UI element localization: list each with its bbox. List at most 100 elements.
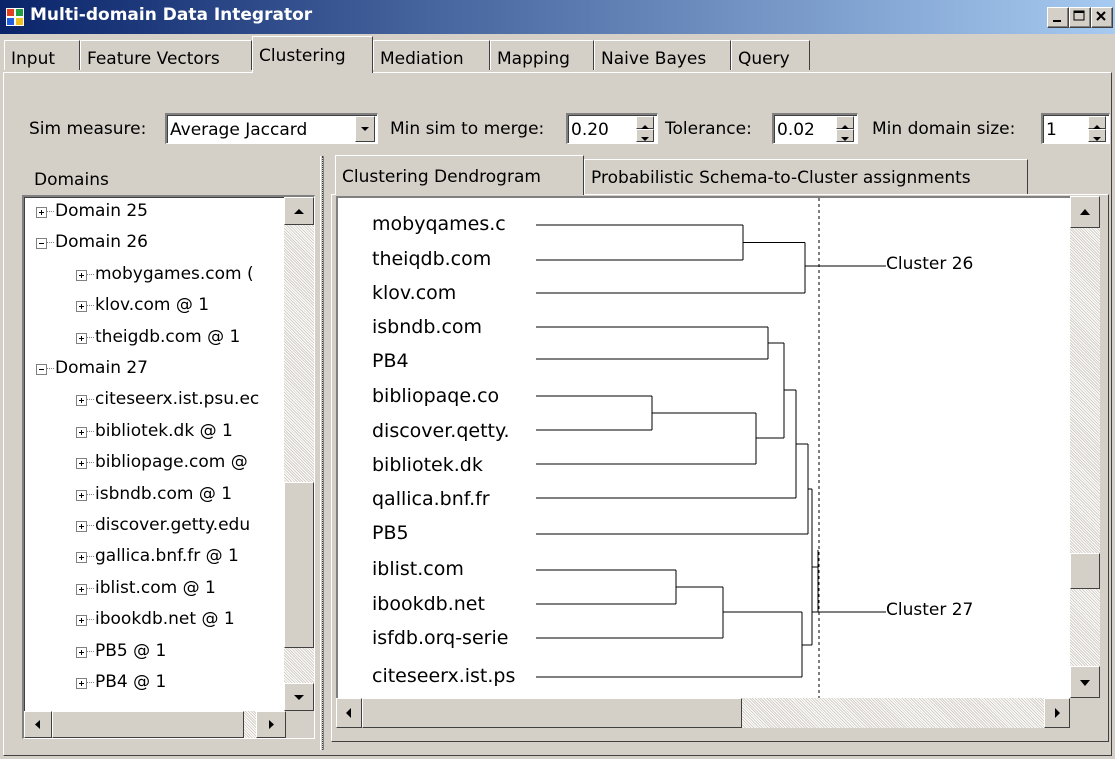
expand-icon[interactable] [76,615,87,627]
scroll-down-button[interactable] [284,683,314,711]
tab-clustering[interactable]: Clustering [252,36,373,73]
scroll-left-button[interactable] [336,698,362,728]
tree-node-label: citeseerx.ist.psu.ec [95,389,260,410]
maximize-button[interactable] [1069,7,1091,28]
tab-clustering-dendrogram[interactable]: Clustering Dendrogram [335,155,584,195]
arrow-down-icon [294,695,304,700]
dendrogram-canvas: mobyqames.c theiqdb.com klov.com isbndb.com… [336,196,1070,698]
expand-icon[interactable] [76,395,87,407]
expand-icon[interactable] [76,489,87,501]
min-domain-stepper[interactable]: 1 [1041,113,1110,144]
expand-icon[interactable] [76,269,87,281]
tab-input[interactable]: Input [4,40,80,70]
tab-feature-vectors[interactable]: Feature Vectors [80,40,252,70]
tolerance-label: Tolerance: [665,119,752,139]
tree-connector [87,525,94,526]
collapse-icon[interactable] [36,238,47,250]
tree-connector [87,336,94,338]
scroll-up-button[interactable] [1070,196,1100,228]
expand-icon[interactable] [36,207,47,218]
tree-connector [47,242,54,244]
dendro-horizontal-scrollbar[interactable] [336,698,1070,728]
tree-domain-node[interactable]: Domain 26 [24,230,282,254]
tree-node-label: mobygames.com ( [95,263,254,284]
expand-icon[interactable] [76,552,87,564]
chevron-down-icon [361,127,369,131]
tree-connector [87,650,94,652]
expand-icon[interactable] [76,332,87,344]
spin-up-button[interactable] [836,116,854,129]
tree-schema-node[interactable]: gallica.bnf.fr @ 1 [24,544,282,568]
tree-schema-node[interactable]: mobygames.com ( [24,262,282,286]
expand-icon[interactable] [76,678,87,689]
scroll-up-button[interactable] [284,197,314,225]
tree-node-label: Domain 26 [55,232,149,253]
scroll-left-button[interactable] [24,711,52,738]
spin-up-button[interactable] [636,116,654,129]
tree-schema-node[interactable]: isbndb.com @ 1 [24,482,282,506]
dendro-vertical-scrollbar[interactable] [1070,196,1100,698]
tree-schema-node[interactable]: PB4 @ 1 [24,670,282,694]
spin-down-button[interactable] [1088,129,1106,142]
tolerance-stepper[interactable]: 0.02 [772,113,858,144]
tab-naive-bayes[interactable]: Naive Bayes [594,40,731,70]
scroll-right-button[interactable] [256,711,286,738]
spin-down-button[interactable] [836,129,854,142]
tab-mediation[interactable]: Mediation [373,40,490,70]
tree-horizontal-scrollbar[interactable] [24,711,314,738]
min-sim-stepper[interactable]: 0.20 [566,113,658,144]
close-icon [1096,11,1106,21]
tree-connector [87,587,94,589]
scroll-track[interactable] [1070,196,1100,698]
sim-measure-value: Average Jaccard [170,120,308,140]
close-button[interactable] [1091,7,1113,28]
tree-connector [87,430,94,432]
tree-domain-node[interactable]: Domain 25 [24,199,282,223]
tree-schema-node[interactable]: discover.getty.edu [24,513,282,537]
spin-down-button[interactable] [636,129,654,142]
domains-tree[interactable]: Domain 25 Domain 26 mobygames.com ( klov.co… [22,195,315,739]
arrow-up-icon [294,209,304,214]
tree-vertical-scrollbar[interactable] [284,197,314,711]
dropdown-button[interactable] [355,116,375,142]
arrow-up-icon [1080,209,1090,215]
spin-up-button[interactable] [1088,116,1106,129]
minimize-button[interactable] [1047,7,1069,28]
tab-probabilistic-assignments[interactable]: Probabilistic Schema-to-Cluster assignme… [584,159,1028,194]
scroll-right-button[interactable] [1044,698,1070,728]
expand-icon[interactable] [76,301,87,313]
expand-icon[interactable] [76,521,87,532]
expand-icon[interactable] [76,646,87,658]
tree-connector [87,619,94,621]
collapse-icon[interactable] [36,364,47,375]
tree-domain-node[interactable]: Domain 27 [24,356,282,380]
window-title: Multi-domain Data Integrator [30,5,313,25]
tree-schema-node[interactable]: bibliotek.dk @ 1 [24,419,282,443]
tree-node-label: PB4 @ 1 [95,672,167,692]
scroll-thumb[interactable] [52,711,244,738]
min-sim-label: Min sim to merge: [390,119,545,139]
cluster-27-label: Cluster 27 [886,600,974,620]
sim-measure-select[interactable]: Average Jaccard [165,113,378,144]
tree-schema-node[interactable]: theigdb.com @ 1 [24,325,282,349]
tree-schema-node[interactable]: PB5 @ 1 [24,639,282,663]
scroll-thumb[interactable] [1070,553,1100,589]
expand-icon[interactable] [76,426,87,438]
arrow-down-icon [641,137,649,141]
arrow-right-icon [1055,708,1060,718]
scroll-thumb[interactable] [362,698,742,728]
tree-schema-node[interactable]: iblist.com @ 1 [24,576,282,600]
scroll-down-button[interactable] [1070,666,1100,698]
tree-schema-node[interactable]: klov.com @ 1 [24,293,282,317]
tree-schema-node[interactable]: ibookdb.net @ 1 [24,607,282,631]
expand-icon[interactable] [76,583,87,595]
scroll-thumb[interactable] [284,482,314,648]
title-bar[interactable]: Multi-domain Data Integrator [0,0,1115,34]
tab-mapping[interactable]: Mapping [490,40,594,70]
tab-query[interactable]: Query [731,40,810,70]
expand-icon[interactable] [76,458,87,470]
tree-schema-node[interactable]: bibliopage.com @ [24,450,282,474]
tree-node-label: bibliopage.com @ [95,452,248,473]
sim-measure-label: Sim measure: [29,119,147,139]
tree-schema-node[interactable]: citeseerx.ist.psu.ec [24,387,282,411]
